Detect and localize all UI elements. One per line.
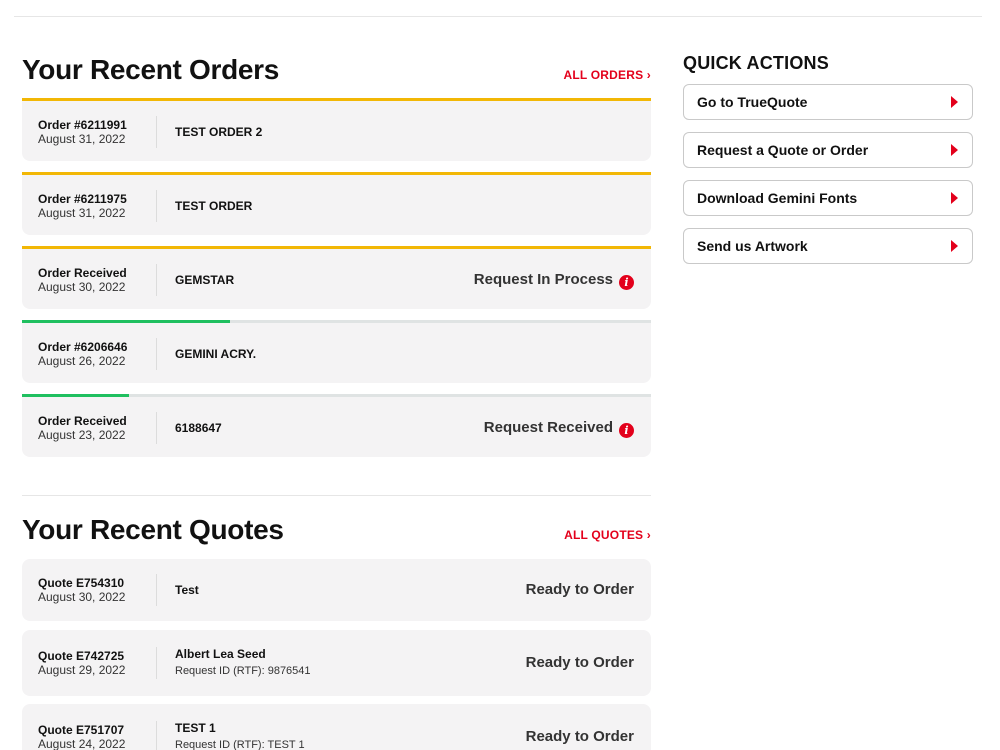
order-name: TEST ORDER 2 (175, 125, 263, 139)
order-number: Order #6211975 (38, 192, 127, 206)
quick-action-label: Go to TrueQuote (697, 94, 808, 110)
quick-action-truequote[interactable]: Go to TrueQuote (683, 84, 973, 120)
arrow-right-icon (951, 240, 958, 252)
order-name: GEMINI ACRY. (175, 347, 257, 361)
card-divider (156, 264, 157, 296)
quote-status: Ready to Order (525, 581, 634, 598)
progress-fill (22, 246, 651, 249)
quote-card[interactable]: Quote E742725 August 29, 2022 Albert Lea… (22, 630, 651, 696)
progress-fill (22, 172, 651, 175)
quotes-header: Your Recent Quotes ALL QUOTES › (22, 514, 651, 554)
card-divider (156, 721, 157, 750)
order-date: August 30, 2022 (38, 280, 126, 294)
order-date: August 26, 2022 (38, 354, 126, 368)
order-date: August 31, 2022 (38, 206, 126, 220)
quote-name: TEST 1 (175, 721, 216, 735)
order-status: Request In Process i (474, 271, 634, 290)
quote-date: August 30, 2022 (38, 590, 126, 604)
quick-action-label: Download Gemini Fonts (697, 190, 858, 206)
quote-name: Test (175, 583, 199, 597)
quote-date: August 29, 2022 (38, 663, 126, 677)
quick-action-request-quote[interactable]: Request a Quote or Order (683, 132, 973, 168)
status-text: Request In Process (473, 271, 613, 288)
quote-date: August 24, 2022 (38, 737, 126, 750)
section-divider (22, 495, 651, 496)
order-card[interactable]: Order #6211975 August 31, 2022 TEST ORDE… (22, 172, 651, 235)
card-divider (156, 647, 157, 679)
quick-action-download-fonts[interactable]: Download Gemini Fonts (683, 180, 973, 216)
order-number: Order Received (38, 266, 127, 280)
card-divider (156, 338, 157, 370)
info-icon[interactable]: i (619, 423, 634, 438)
top-divider (14, 16, 982, 17)
progress-fill (22, 98, 651, 101)
arrow-right-icon (951, 192, 958, 204)
progress-fill (22, 394, 129, 397)
quote-card[interactable]: Quote E754310 August 30, 2022 Test Ready… (22, 559, 651, 621)
quote-number: Quote E751707 (38, 723, 125, 737)
order-number: Order #6211991 (38, 118, 127, 132)
info-icon[interactable]: i (619, 275, 634, 290)
quote-status: Ready to Order (525, 728, 634, 745)
order-number: Order Received (38, 414, 127, 428)
status-text: Request Received (483, 419, 613, 436)
quotes-title: Your Recent Quotes (22, 514, 284, 545)
order-name: GEMSTAR (175, 273, 235, 287)
order-name: TEST ORDER (175, 199, 253, 213)
order-number: Order #6206646 (38, 340, 128, 354)
quote-status: Ready to Order (525, 654, 634, 671)
order-card[interactable]: Order Received August 30, 2022 GEMSTAR R… (22, 246, 651, 309)
quote-number: Quote E754310 (38, 576, 125, 590)
quote-name: Albert Lea Seed (175, 647, 266, 661)
order-card[interactable]: Order #6211991 August 31, 2022 TEST ORDE… (22, 98, 651, 161)
order-name: 6188647 (175, 421, 222, 435)
quote-request-id: Request ID (RTF): 9876541 (175, 665, 311, 677)
quick-actions-title: QUICK ACTIONS (683, 53, 829, 73)
quick-action-send-artwork[interactable]: Send us Artwork (683, 228, 973, 264)
order-date: August 23, 2022 (38, 428, 126, 442)
quote-number: Quote E742725 (38, 649, 125, 663)
arrow-right-icon (951, 96, 958, 108)
all-orders-link[interactable]: ALL ORDERS › (563, 68, 651, 82)
all-quotes-link[interactable]: ALL QUOTES › (564, 528, 651, 542)
orders-header: Your Recent Orders ALL ORDERS › (22, 54, 651, 94)
card-divider (156, 412, 157, 444)
orders-title: Your Recent Orders (22, 54, 280, 85)
card-divider (156, 190, 157, 222)
arrow-right-icon (951, 144, 958, 156)
progress-fill (22, 320, 230, 323)
order-card[interactable]: Order Received August 23, 2022 6188647 R… (22, 394, 651, 457)
order-date: August 31, 2022 (38, 132, 126, 146)
quick-action-label: Request a Quote or Order (697, 142, 869, 158)
quote-card[interactable]: Quote E751707 August 24, 2022 TEST 1 Req… (22, 704, 651, 750)
card-divider (156, 574, 157, 606)
quick-action-label: Send us Artwork (697, 238, 808, 254)
quote-request-id: Request ID (RTF): TEST 1 (175, 739, 305, 750)
order-card[interactable]: Order #6206646 August 26, 2022 GEMINI AC… (22, 320, 651, 383)
order-status: Request Received i (484, 419, 634, 438)
card-divider (156, 116, 157, 148)
